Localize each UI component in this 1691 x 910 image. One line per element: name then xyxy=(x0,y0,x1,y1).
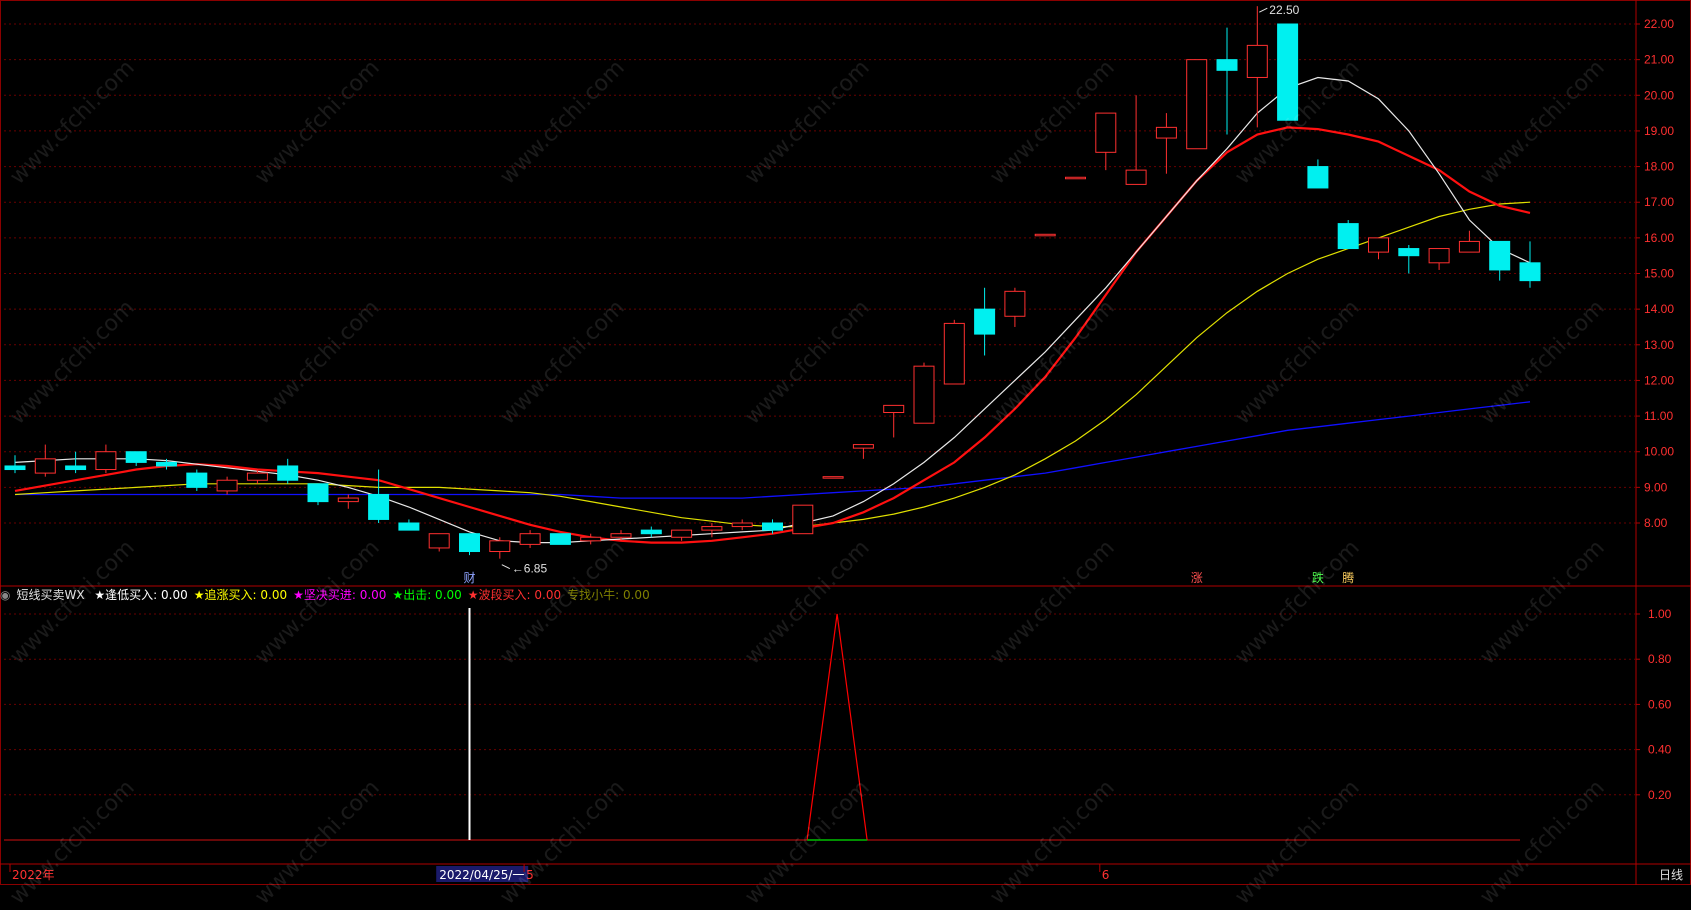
price-tick-label: 9.00 xyxy=(1644,480,1668,494)
candle-body-up xyxy=(883,404,905,414)
min-pointer xyxy=(501,564,511,570)
max-pointer xyxy=(1259,7,1268,13)
event-marker: 涨 xyxy=(1191,570,1203,585)
price-tick-label: 13.00 xyxy=(1644,338,1674,352)
candle-body-down xyxy=(125,451,147,463)
candle-body-up xyxy=(822,476,844,479)
candle-body-up xyxy=(792,504,814,535)
min-price-label: ←6.85 xyxy=(512,562,548,576)
candle-body-down xyxy=(459,533,480,553)
time-axis-label: 6 xyxy=(1102,868,1110,882)
sub-tick-label: 0.20 xyxy=(1648,788,1672,802)
candle-body-up xyxy=(428,533,450,549)
candle-body-up xyxy=(489,540,511,553)
outer-frame xyxy=(0,0,1691,885)
candle-body-down xyxy=(974,308,996,335)
candle-body-up xyxy=(852,444,874,449)
candle-body-down xyxy=(186,472,208,488)
chart-canvas[interactable]: 8.00 9.00 10.00 11.00 12.00 13.00 14.00 15.00 16… xyxy=(0,0,1691,885)
candle-body-down xyxy=(277,465,299,481)
candle-body-down xyxy=(1337,223,1359,250)
price-tick-label: 17.00 xyxy=(1644,195,1674,209)
indicator-collapse-icon[interactable]: ◉ xyxy=(0,588,10,602)
candle-body-up xyxy=(1246,44,1268,78)
candle-body-down xyxy=(549,533,571,545)
candle-body-up xyxy=(671,529,693,538)
max-price-label: 22.50 xyxy=(1269,3,1299,17)
candle-body-down xyxy=(640,529,662,535)
event-marker: 腾 xyxy=(1342,570,1354,585)
candle-body-down xyxy=(4,465,26,471)
price-tick-label: 16.00 xyxy=(1644,231,1674,245)
price-tick-label: 20.00 xyxy=(1644,88,1674,102)
ma-yellow-line xyxy=(14,201,1531,528)
candle-body-up xyxy=(1095,112,1117,153)
time-axis-label: 5 xyxy=(526,868,534,882)
candle-body-up xyxy=(1428,248,1450,264)
price-tick-label: 15.00 xyxy=(1644,267,1674,281)
candle-body-down xyxy=(1519,262,1541,282)
candle-body-up xyxy=(1186,59,1208,150)
period-button[interactable]: 日线 xyxy=(1659,866,1683,883)
candle-body-up xyxy=(913,365,935,424)
ma-red-line xyxy=(14,126,1531,544)
candle-body-up xyxy=(34,458,56,474)
indicator-name[interactable]: 短线买卖WX xyxy=(16,588,84,602)
indicator-item: ★出击: 0.00 xyxy=(392,588,462,602)
candle-body-down xyxy=(307,483,329,503)
price-tick-label: 22.00 xyxy=(1644,17,1674,31)
time-axis-label: 2022年 xyxy=(12,868,55,882)
candle-body-up xyxy=(1034,233,1056,237)
sub-tick-label: 0.80 xyxy=(1648,652,1672,666)
candle-body-down xyxy=(65,465,87,471)
event-marker: 跌 xyxy=(1312,570,1324,585)
ma-white-line xyxy=(14,76,1531,544)
time-axis-label: 2022/04/25/一 xyxy=(439,868,524,882)
candle-body-up xyxy=(731,522,753,528)
price-tick-label: 12.00 xyxy=(1644,373,1674,387)
event-marker: 财 xyxy=(464,571,476,585)
candle-body-up xyxy=(1458,240,1480,253)
indicator-item: ★波段买入: 0.00 xyxy=(467,588,562,602)
candle-body-up xyxy=(1065,176,1086,180)
candle-body-up xyxy=(1125,169,1147,185)
sub-tick-label: 0.40 xyxy=(1648,743,1672,757)
candle-body-up xyxy=(610,533,632,538)
price-tick-label: 21.00 xyxy=(1644,53,1674,67)
candle-body-up xyxy=(701,526,723,531)
price-tick-label: 11.00 xyxy=(1644,409,1673,423)
candle-body-down xyxy=(1277,23,1299,121)
candle-body-down xyxy=(368,493,390,520)
candle-body-down xyxy=(762,522,783,531)
indicator-item: ★追涨买入: 0.00 xyxy=(193,588,288,602)
candle-body-up xyxy=(519,533,541,545)
candle-body-up xyxy=(216,479,238,492)
indicator-item: 专找小牛: 0.00 xyxy=(567,588,650,602)
price-tick-label: 19.00 xyxy=(1644,124,1674,138)
price-tick-label: 10.00 xyxy=(1644,445,1674,459)
candle-body-down xyxy=(398,522,420,531)
candle-body-up xyxy=(95,451,117,471)
candle-body-up xyxy=(1004,290,1026,317)
price-tick-label: 18.00 xyxy=(1644,160,1674,174)
candle-body-up xyxy=(580,536,602,542)
candle-body-down xyxy=(1216,59,1238,71)
indicator-legend: ◉ 短线买卖WX ★逢低买入: 0.00 ★追涨买入: 0.00 ★坚决买进: 0.0… xyxy=(0,586,662,604)
price-tick-label: 14.00 xyxy=(1644,302,1674,316)
candle-body-up xyxy=(943,322,965,385)
candle-body-down xyxy=(1307,166,1329,189)
sub-red-spike xyxy=(806,613,868,841)
sub-tick-label: 1.00 xyxy=(1648,607,1672,621)
candle-body-down xyxy=(156,461,177,467)
candle-body-up xyxy=(1155,126,1177,139)
candle-body-down xyxy=(1398,248,1420,257)
candle-body-up xyxy=(246,472,268,481)
sub-tick-label: 0.60 xyxy=(1648,697,1672,711)
indicator-item: ★逢低买入: 0.00 xyxy=(94,588,188,602)
candle-body-down xyxy=(1489,240,1511,271)
indicator-item: ★坚决买进: 0.00 xyxy=(293,588,387,602)
candle-body-up xyxy=(1368,237,1389,253)
candle-body-up xyxy=(337,497,359,503)
price-tick-label: 8.00 xyxy=(1644,516,1668,530)
